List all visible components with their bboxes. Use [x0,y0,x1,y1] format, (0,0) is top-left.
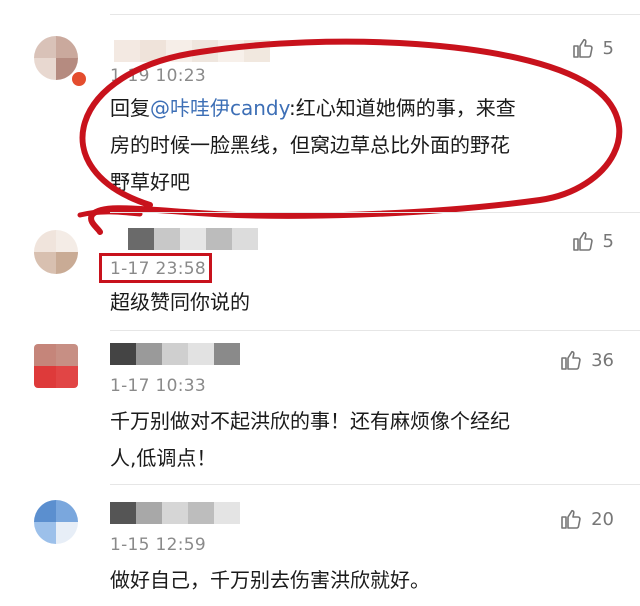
thumbs-up-icon [572,231,593,251]
like-button[interactable]: 20 [559,507,614,531]
avatar[interactable] [34,230,78,274]
comment-text: 超级赞同你说的 [110,290,250,314]
username-blurred[interactable] [128,228,258,250]
comment-time: 1-17 10:33 [110,376,206,396]
like-count: 5 [602,230,614,252]
username-blurred[interactable] [110,502,240,524]
thumbs-up-icon [561,509,581,529]
comment-time: 1-15 12:59 [110,535,206,555]
username-blurred[interactable] [110,343,240,365]
comment-text: 千万别做对不起洪欣的事！还有麻烦像个经纪 人,低调点！ [110,403,610,477]
comment-text: 做好自己，千万别去伤害洪欣就好。 [110,568,430,592]
avatar[interactable] [34,500,78,544]
thumbs-up-icon [561,350,581,370]
comment-text-line: 千万别做对不起洪欣的事！还有麻烦像个经纪 [110,409,510,433]
divider [110,484,640,485]
divider [110,330,640,331]
comment-text-line: 人,低调点！ [110,446,217,470]
like-button[interactable]: 36 [559,348,614,372]
like-button[interactable]: 5 [571,229,614,253]
divider [110,212,640,213]
like-count: 36 [591,349,614,371]
avatar[interactable] [34,344,78,388]
red-annotation-box [99,253,212,283]
like-count: 20 [591,508,614,530]
